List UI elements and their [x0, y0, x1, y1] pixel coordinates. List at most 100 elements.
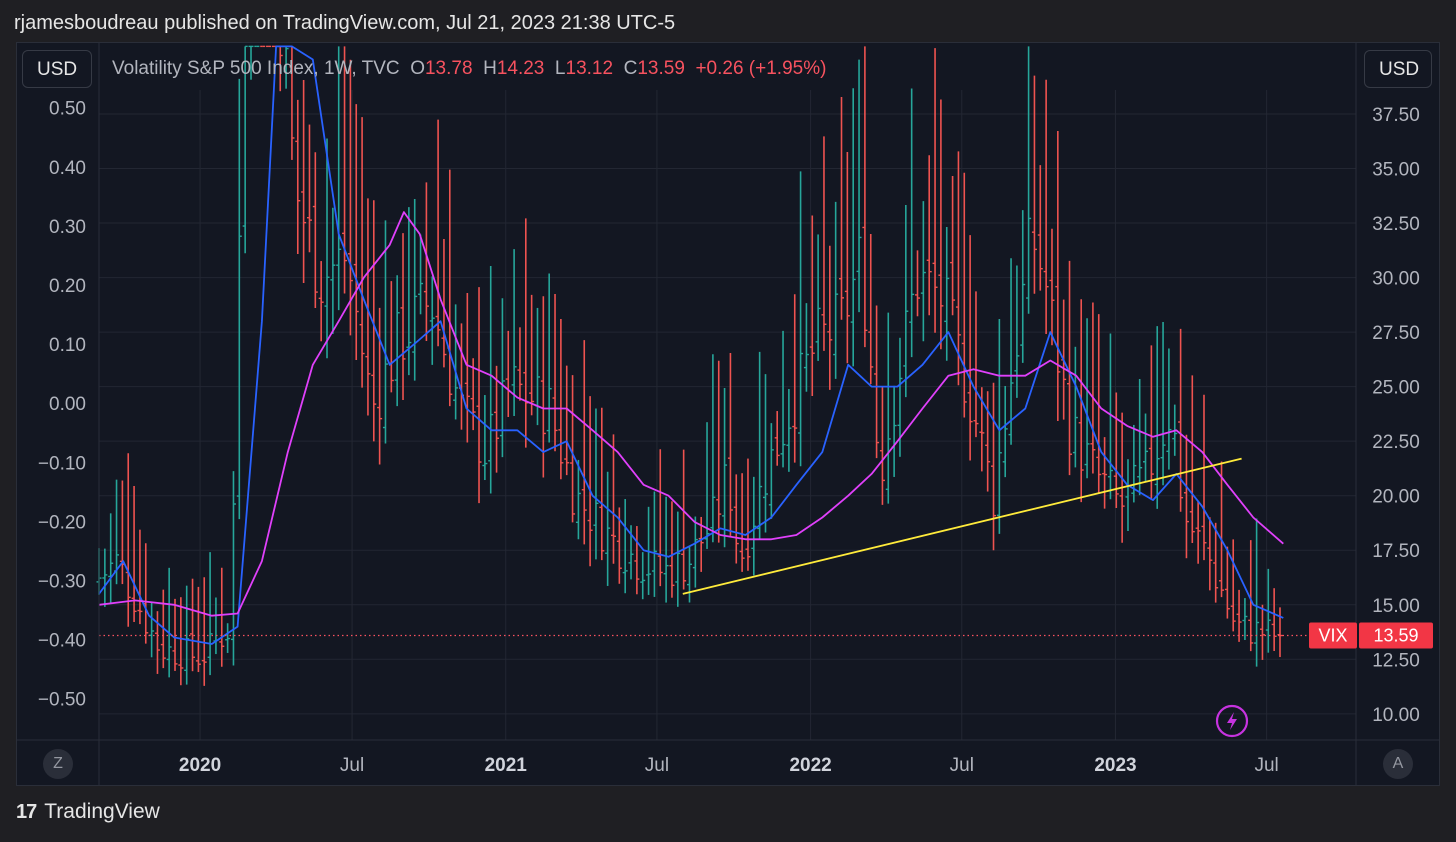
ohlc-bar: [1055, 131, 1061, 422]
ohlc-bar: [903, 205, 909, 398]
ohlc-bar: [757, 351, 763, 540]
log-scale-toggle-button[interactable]: Z: [43, 749, 73, 779]
ohlc-bar: [102, 548, 108, 607]
ohlc-bar: [1020, 210, 1026, 363]
ohlc-bar: [505, 330, 511, 418]
ohlc-bar: [1178, 328, 1184, 512]
ohlc-bar: [499, 298, 505, 458]
bolt-icon[interactable]: [1215, 704, 1249, 738]
ohlc-bar: [517, 327, 523, 401]
ohlc-bar: [1219, 461, 1225, 598]
ohlc-bar: [1154, 326, 1160, 509]
left-axis-tick-label: −0.20: [38, 512, 86, 533]
ohlc-bar: [172, 598, 178, 671]
price-chart[interactable]: 37.50 35.00 32.50 30.00 27.50 25.00 22.50 20.00…: [0, 0, 1456, 842]
ohlc-bar: [1254, 518, 1260, 667]
ohlc-bar: [1008, 258, 1014, 445]
ohlc-bar: [1037, 165, 1043, 291]
x-axis-tick-label: Jul: [645, 755, 669, 776]
footer-branding: 17 TradingView: [16, 800, 160, 824]
ohlc-bar: [1207, 517, 1213, 591]
open-value: 13.78: [424, 58, 473, 79]
left-axis-tick-label: 0.40: [49, 158, 86, 179]
ohlc-bar: [1043, 79, 1049, 335]
ohlc-bar: [1148, 345, 1154, 499]
ohlc-bar: [225, 623, 231, 653]
right-axis-tick-label: 37.50: [1372, 105, 1420, 126]
ohlc-bar: [745, 458, 751, 571]
right-axis-tick-label: 32.50: [1372, 214, 1420, 235]
ohlc-bar: [1049, 228, 1055, 346]
ohlc-bar: [1183, 434, 1189, 559]
ohlc-bar: [780, 330, 786, 468]
ohlc-bar: [879, 386, 885, 505]
ohlc-bar: [885, 312, 891, 504]
ohlc-bar: [330, 207, 336, 334]
grid-lines: [99, 90, 1356, 740]
ohlc-bar: [476, 287, 482, 504]
ohlc-bar: [143, 543, 149, 644]
ohlc-bar: [798, 171, 804, 467]
ohlc-bar: [1230, 539, 1236, 632]
ohlc-bar: [1031, 75, 1037, 294]
ohlc-bar: [201, 577, 207, 686]
ohlc-bar: [938, 99, 944, 350]
ohlc-bar: [763, 374, 769, 533]
ohlc-bar: [1102, 437, 1108, 509]
ohlc-bar: [815, 234, 821, 361]
auto-scale-button[interactable]: A: [1383, 749, 1413, 779]
ohlc-bar: [891, 385, 897, 477]
ohlc-bar: [1271, 588, 1277, 651]
ohlc-legend: Volatility S&P 500 Index, 1W, TVC O13.78…: [112, 58, 826, 80]
currency-button-left[interactable]: USD: [22, 50, 92, 88]
ohlc-bar: [751, 476, 757, 576]
ohlc-bar: [774, 411, 780, 466]
ohlc-bar: [429, 276, 435, 365]
ohlc-bar: [464, 292, 470, 443]
ohlc-bar: [1160, 321, 1166, 486]
x-axis-tick-label: Jul: [340, 755, 364, 776]
ohlc-bar: [681, 449, 687, 590]
ohlc-bar: [1213, 522, 1219, 603]
ohlc-bar: [342, 46, 348, 294]
ohlc-bar: [856, 59, 862, 313]
ohlc-bar: [727, 353, 733, 536]
ohlc-bar: [833, 201, 839, 379]
ohlc-bar: [792, 294, 798, 463]
left-axis-tick-label: −0.40: [38, 631, 86, 652]
ohlc-bar: [213, 597, 219, 655]
ohlc-bar: [1143, 413, 1149, 482]
symbol-name[interactable]: Volatility S&P 500 Index, 1W, TVC: [112, 58, 400, 79]
right-axis-tick-label: 22.50: [1372, 432, 1420, 453]
ohlc-bar: [523, 218, 529, 448]
change-value: +0.26 (+1.95%): [695, 58, 827, 79]
ohlc-bar: [874, 305, 880, 459]
ohlc-bar: [722, 388, 728, 548]
ohlc-bar: [353, 104, 359, 360]
ohlc-bar: [1026, 46, 1032, 314]
ohlc-bar: [675, 511, 681, 607]
ohlc-bar: [973, 291, 979, 438]
tradingview-logo-icon: 17: [16, 800, 37, 823]
ohlc-bar: [236, 78, 242, 520]
x-axis-tick-label: 2023: [1094, 755, 1136, 776]
ohlc-bar: [716, 360, 722, 543]
brand-name: TradingView: [44, 800, 160, 823]
x-axis-tick-label: 2020: [179, 755, 221, 776]
currency-button-right[interactable]: USD: [1364, 50, 1432, 88]
ohlc-bar: [558, 318, 564, 480]
ohlc-bar: [786, 388, 792, 472]
ohlc-bar: [669, 501, 675, 598]
ohlc-bar: [529, 294, 535, 416]
price-tag-value: 13.59: [1373, 626, 1418, 646]
ohlc-bar: [610, 434, 616, 564]
ohlc-bar: [1166, 348, 1172, 470]
open-label: O: [410, 58, 425, 79]
ohlc-bar: [1236, 589, 1242, 642]
ohlc-bar: [692, 516, 698, 588]
ohlc-bar: [435, 119, 441, 347]
close-label: C: [623, 58, 638, 79]
low-label: L: [554, 58, 566, 79]
ohlc-bar: [839, 97, 845, 320]
ohlc-bar: [640, 552, 646, 600]
